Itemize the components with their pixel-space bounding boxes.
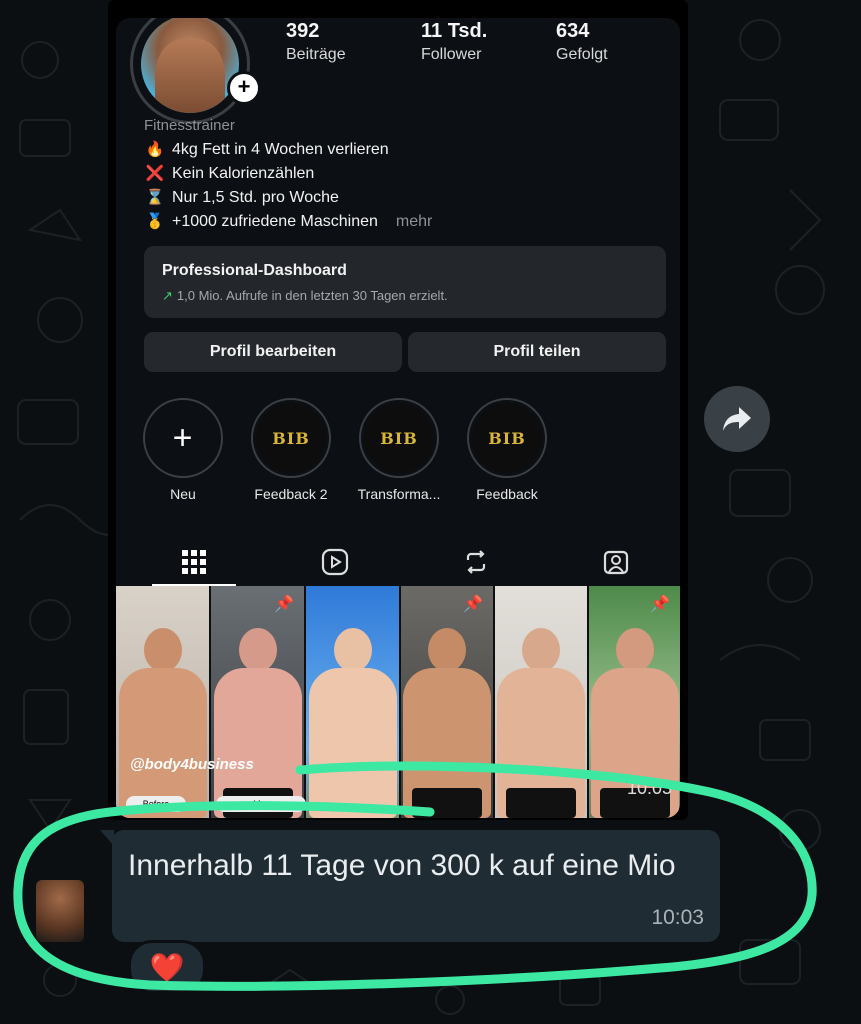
highlight-ring: BIB (467, 398, 547, 478)
forward-icon (723, 407, 751, 431)
stat-following-count: 634 (556, 20, 590, 42)
photo-person (497, 628, 585, 818)
highlight-ring: + (143, 398, 223, 478)
grid-watermark: @body4business (130, 756, 254, 773)
grid-icon (182, 550, 206, 574)
hourglass-icon: ⌛ (145, 189, 165, 206)
highlight-ring: BIB (251, 398, 331, 478)
sender-avatar[interactable] (36, 880, 84, 942)
stat-followers-count: 11 Tsd. (421, 20, 488, 42)
posts-grid: 📌 📌 📌 10:05 @body4business Before After (116, 586, 680, 818)
message-time: 10:03 (651, 906, 704, 929)
edit-profile-button[interactable]: Profil bearbeiten (144, 332, 402, 372)
stat-posts: 392 Beiträge (286, 20, 346, 64)
professional-dashboard[interactable]: Professional-Dashboard ↗ 1,0 Mio. Aufrufe… (144, 246, 666, 318)
stat-followers-label: Follower (421, 46, 482, 63)
cross-icon: ❌ (145, 165, 165, 182)
plus-icon: + (172, 418, 194, 457)
message-text: Innerhalb 11 Tage von 300 k auf eine Mio (128, 849, 676, 882)
tab-reposts[interactable] (434, 538, 518, 586)
dashboard-subtitle: ↗ 1,0 Mio. Aufrufe in den letzten 30 Tage… (162, 288, 448, 304)
highlight-feedback[interactable]: BIB Feedback (462, 398, 552, 502)
pin-icon: 📌 (463, 596, 483, 613)
tab-reels[interactable] (293, 538, 377, 586)
grid-post[interactable] (306, 586, 399, 818)
stat-followers: 11 Tsd. Follower (421, 20, 487, 64)
profile-avatar: + (130, 18, 261, 124)
photo-person (403, 628, 491, 818)
tab-posts-grid[interactable] (152, 538, 236, 586)
grid-post[interactable]: 📌 (211, 586, 304, 818)
tab-tagged[interactable] (574, 538, 658, 586)
after-label: After (216, 796, 306, 812)
photo-person (118, 628, 207, 818)
grid-post[interactable]: 📌 10:05 (589, 586, 680, 818)
highlight-label: Neu (170, 486, 196, 502)
more-link[interactable]: mehr (396, 210, 432, 234)
stat-following-label: Gefolgt (556, 46, 608, 63)
bio-line: 🔥 4kg Fett in 4 Wochen verlieren (144, 138, 664, 162)
stat-posts-count: 392 (286, 20, 320, 42)
highlight-label: Transforma... (357, 486, 441, 502)
dashboard-title: Professional-Dashboard (162, 262, 347, 279)
bib-logo-icon: BIB (472, 403, 542, 473)
highlight-feedback-2[interactable]: BIB Feedback 2 (246, 398, 336, 502)
message-bubble[interactable]: Innerhalb 11 Tage von 300 k auf eine Mio… (112, 830, 720, 942)
pin-icon: 📌 (274, 596, 294, 613)
grid-post[interactable]: 📌 (401, 586, 493, 818)
bio-line-text: Nur 1,5 Std. pro Woche (172, 189, 339, 206)
grid-post[interactable] (495, 586, 587, 818)
dashboard-subtitle-text: 1,0 Mio. Aufrufe in den letzten 30 Tagen… (176, 288, 448, 303)
fire-icon: 🔥 (145, 141, 165, 158)
avatar-photo (141, 18, 239, 113)
instagram-profile: + 392 Beiträge 11 Tsd. Follower 634 Gefo… (116, 18, 680, 818)
bio-line: ❌ Kein Kalorienzählen (144, 162, 664, 186)
medal-icon: 🥇 (145, 213, 165, 230)
forward-button[interactable] (704, 386, 770, 452)
highlight-ring: BIB (359, 398, 439, 478)
bio-line-text: +1000 zufriedene Maschinen (172, 213, 378, 230)
highlight-new[interactable]: + Neu (138, 398, 228, 502)
stat-posts-label: Beiträge (286, 46, 346, 63)
highlight-label: Feedback (476, 486, 538, 502)
tagged-icon (603, 550, 629, 575)
stat-following: 634 Gefolgt (556, 20, 608, 64)
photo-person (308, 628, 397, 818)
profile-category: Fitnesstrainer (144, 117, 235, 134)
photo-person (213, 628, 302, 818)
trend-up-icon: ↗ (162, 288, 173, 303)
before-label: Before (126, 796, 186, 812)
highlight-transformation[interactable]: BIB Transforma... (354, 398, 444, 502)
share-profile-button[interactable]: Profil teilen (408, 332, 666, 372)
bio-line-text: Kein Kalorienzählen (172, 165, 315, 182)
bio-line-text: 4kg Fett in 4 Wochen verlieren (172, 141, 389, 158)
heart-icon: ❤️ (149, 951, 185, 983)
grid-post[interactable] (116, 586, 209, 818)
reaction-heart[interactable]: ❤️ (128, 940, 206, 994)
forwarded-screenshot[interactable]: + 392 Beiträge 11 Tsd. Follower 634 Gefo… (108, 0, 688, 820)
reels-icon (321, 548, 349, 576)
bio-line: ⌛ Nur 1,5 Std. pro Woche (144, 186, 664, 210)
bib-logo-icon: BIB (256, 403, 326, 473)
bib-logo-icon: BIB (364, 403, 434, 473)
add-story-icon: + (227, 71, 261, 105)
bio-line: 🥇 +1000 zufriedene Maschinen mehr (144, 210, 664, 234)
profile-tabs (116, 538, 680, 586)
profile-bio: Fitnesstrainer 🔥 4kg Fett in 4 Wochen ve… (144, 114, 664, 234)
pin-icon: 📌 (650, 596, 670, 613)
repost-icon (466, 550, 486, 574)
highlight-label: Feedback 2 (254, 486, 328, 502)
video-duration: 10:05 (626, 778, 672, 798)
